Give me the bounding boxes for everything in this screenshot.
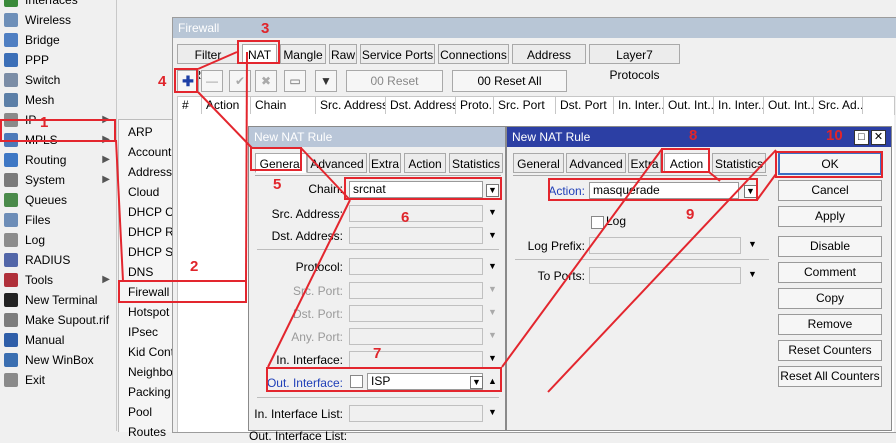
connector-line [197, 91, 253, 149]
annotation-number-8: 8 [689, 127, 698, 144]
connector-line [756, 173, 777, 201]
connector-line [245, 51, 248, 282]
connector-line [197, 51, 238, 70]
connector-line [708, 171, 721, 182]
connector-line [267, 199, 351, 368]
connector-line [501, 148, 663, 368]
connector-line [547, 149, 777, 393]
annotation-number-2: 2 [190, 258, 199, 275]
annotation-number-3: 3 [261, 20, 270, 37]
annotation-number-6: 6 [401, 209, 410, 226]
annotation-number-4: 4 [158, 73, 167, 90]
annotation-number-5: 5 [273, 176, 282, 193]
connector-line [115, 139, 124, 282]
annotation-number-1: 1 [40, 114, 49, 131]
annotation-number-10: 10 [826, 127, 843, 144]
annotation-number-7: 7 [373, 345, 382, 362]
annotation-connectors [115, 51, 777, 393]
connector-line [300, 147, 351, 201]
out-interface-list-label: Out. Interface List: [249, 429, 348, 443]
annotation-number-9: 9 [686, 206, 695, 223]
